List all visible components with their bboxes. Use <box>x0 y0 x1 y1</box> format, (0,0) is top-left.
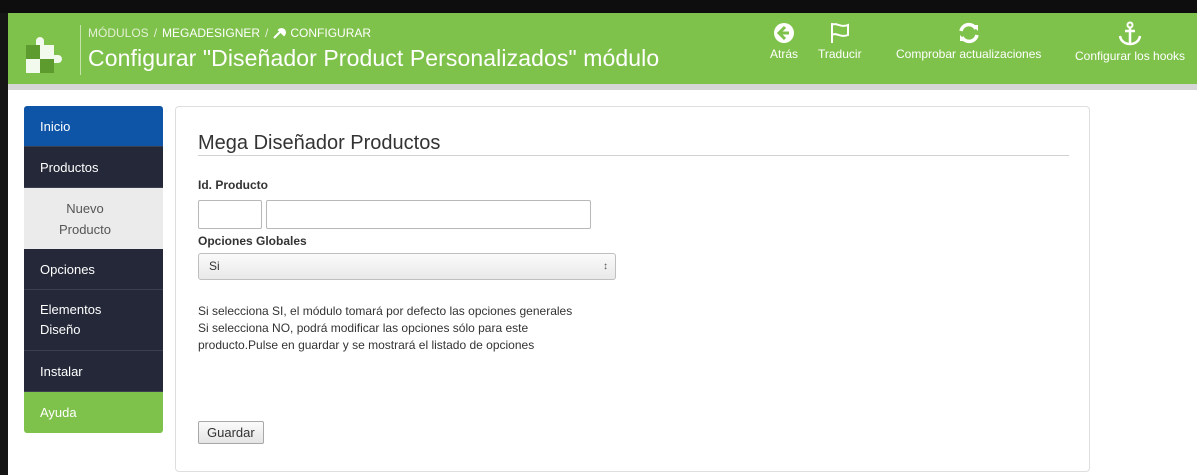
check-updates-label: Comprobar actualizaciones <box>896 47 1042 61</box>
breadcrumb: MÓDULOS / MEGADESIGNER / CONFIGURAR <box>88 26 372 42</box>
global-options-select[interactable]: Si ↕ <box>198 253 616 280</box>
page-header: MÓDULOS / MEGADESIGNER / CONFIGURAR Configur… <box>8 13 1197 84</box>
wrench-icon <box>273 27 287 42</box>
help-line-si: Si selecciona SI, el módulo tomará por d… <box>198 304 573 318</box>
select-arrows-icon: ↕ <box>603 261 608 272</box>
puzzle-icon <box>22 31 66 75</box>
anchor-icon <box>1118 21 1142 46</box>
sidebar-item-label: Elementos Diseño <box>40 302 102 337</box>
main-panel: Mega Diseñador Productos Id. Producto Op… <box>175 106 1090 472</box>
panel-divider <box>198 155 1069 156</box>
save-button[interactable]: Guardar <box>198 421 264 444</box>
configure-hooks-button[interactable]: Configurar los hooks <box>1075 21 1185 63</box>
help-text: Si selecciona SI, el módulo tomará por d… <box>198 303 578 354</box>
back-circle-icon <box>774 23 794 43</box>
sidebar-item-inicio[interactable]: Inicio <box>24 106 163 147</box>
check-updates-button[interactable]: Comprobar actualizaciones <box>896 21 1041 61</box>
flag-icon <box>830 23 849 43</box>
id-product-label: Id. Producto <box>198 178 268 192</box>
global-options-value: Si <box>209 259 220 273</box>
sidebar-item-ayuda[interactable]: Ayuda <box>24 392 163 433</box>
sidebar-item-productos[interactable]: Productos <box>24 147 163 188</box>
breadcrumb-modules[interactable]: MÓDULOS <box>88 26 149 40</box>
header-shadow <box>8 84 1197 90</box>
id-product-input[interactable] <box>198 200 262 229</box>
sidebar-subitem-label: Nuevo Producto <box>58 200 112 237</box>
breadcrumb-configurar: CONFIGURAR <box>290 26 372 40</box>
back-button[interactable]: Atrás <box>770 21 798 61</box>
panel-title: Mega Diseñador Productos <box>198 132 441 154</box>
translate-button[interactable]: Traducir <box>818 21 862 61</box>
sidebar-item-instalar[interactable]: Instalar <box>24 351 163 392</box>
breadcrumb-megadesigner[interactable]: MEGADESIGNER <box>162 26 260 40</box>
window-left-edge <box>0 13 8 475</box>
window-top-edge <box>0 0 1197 13</box>
translate-label: Traducir <box>818 47 862 61</box>
page-title: Configurar "Diseñador Product Personaliz… <box>88 45 660 71</box>
sidebar: Inicio Productos Nuevo Producto Opciones… <box>24 106 163 433</box>
product-name-input[interactable] <box>266 200 591 229</box>
configure-hooks-label: Configurar los hooks <box>1075 49 1186 63</box>
header-divider <box>80 25 81 75</box>
global-options-label: Opciones Globales <box>198 234 307 248</box>
help-line-no: Si selecciona NO, podrá modificar las op… <box>198 321 535 352</box>
sidebar-item-nuevo-producto[interactable]: Nuevo Producto <box>24 188 163 249</box>
refresh-icon <box>958 22 979 44</box>
back-label: Atrás <box>770 47 799 61</box>
sidebar-item-elementos-diseno[interactable]: Elementos Diseño <box>24 290 163 351</box>
sidebar-item-opciones[interactable]: Opciones <box>24 249 163 290</box>
